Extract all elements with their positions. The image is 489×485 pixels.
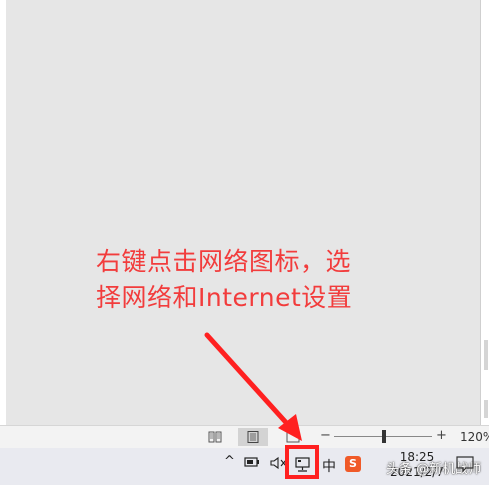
print-layout-button[interactable] — [238, 428, 268, 446]
read-mode-icon — [208, 431, 222, 443]
ime-chinese-icon[interactable]: 中 — [322, 456, 336, 476]
web-layout-icon — [286, 431, 300, 443]
vertical-scrollbar-lower[interactable] — [484, 400, 488, 418]
zoom-in-button[interactable]: + — [436, 428, 447, 443]
annotation-line-2: 择网络和Internet设置 — [96, 283, 353, 312]
battery-icon[interactable] — [244, 456, 260, 472]
sogou-input-icon[interactable]: S — [345, 456, 361, 472]
document-canvas[interactable] — [6, 0, 480, 425]
zoom-level[interactable]: 120% — [460, 430, 489, 444]
read-mode-button[interactable] — [200, 428, 230, 446]
web-layout-button[interactable] — [278, 428, 308, 446]
instruction-annotation: 右键点击网络图标，选 择网络和Internet设置 — [96, 244, 406, 316]
word-status-bar: − + 120% — [0, 425, 489, 448]
print-layout-icon — [247, 431, 259, 443]
network-icon-highlight-box — [285, 445, 319, 479]
zoom-out-button[interactable]: − — [320, 428, 331, 443]
show-hidden-icons-chevron-icon[interactable]: ^ — [224, 454, 235, 469]
vertical-scrollbar-thumb[interactable] — [484, 340, 488, 370]
zoom-slider-thumb[interactable] — [382, 430, 386, 443]
action-center-icon[interactable] — [455, 456, 475, 476]
annotation-line-1: 右键点击网络图标，选 — [96, 247, 352, 276]
